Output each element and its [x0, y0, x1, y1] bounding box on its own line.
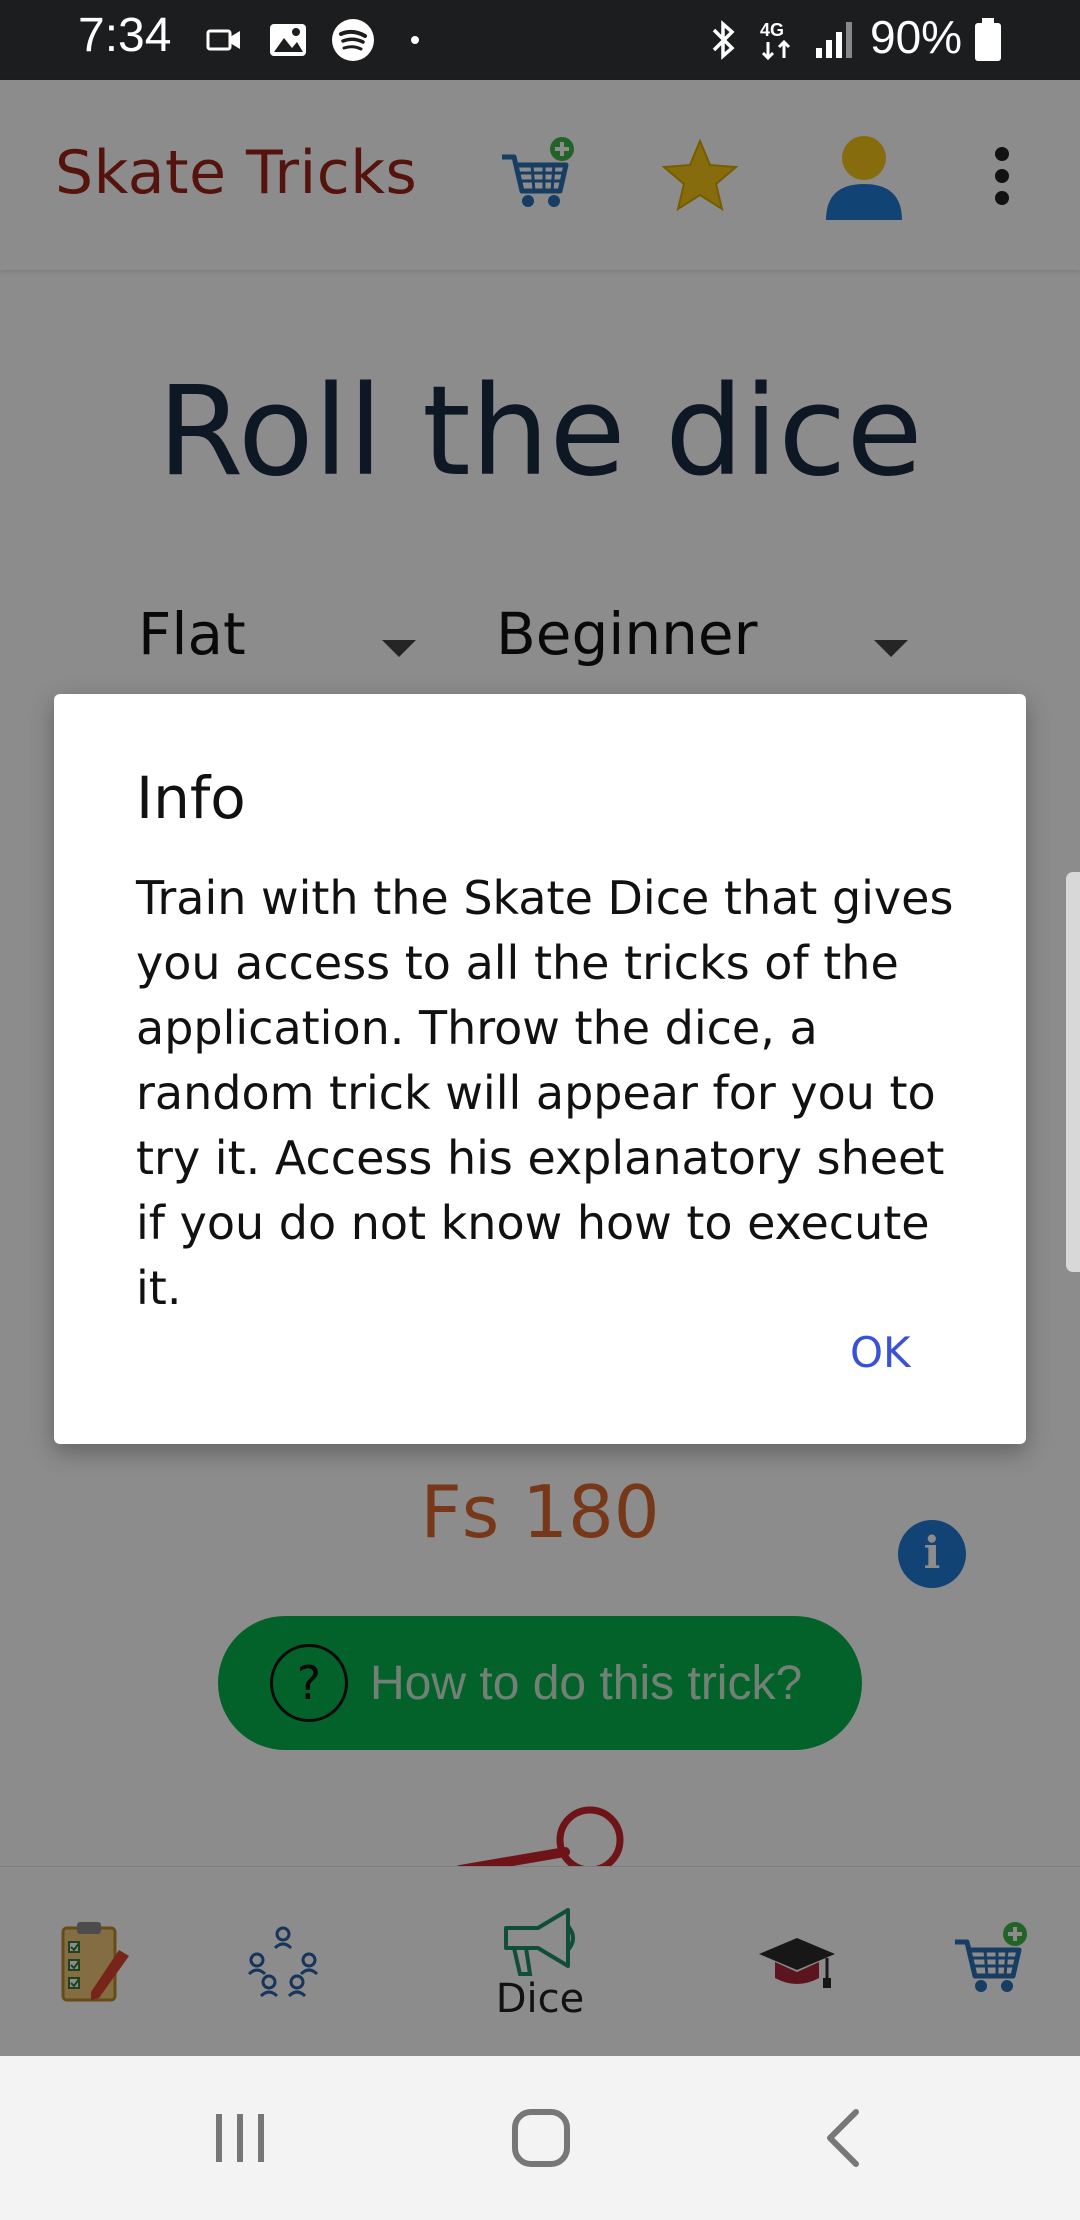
- svg-text:4G: 4G: [760, 20, 784, 40]
- status-time: 7:34: [78, 9, 172, 62]
- status-bar: 7:34 4G 90%: [0, 0, 1080, 80]
- signal-icon: [812, 18, 860, 62]
- gallery-icon: [266, 18, 310, 62]
- bluetooth-icon: [704, 18, 744, 62]
- spotify-icon: [330, 18, 376, 62]
- dialog-message: Train with the Skate Dice that gives you…: [136, 871, 954, 1315]
- battery-percent: 90%: [870, 11, 963, 63]
- ok-button[interactable]: OK: [840, 1322, 921, 1383]
- battery-icon: [972, 18, 1004, 62]
- network-4g-icon: 4G: [756, 18, 800, 62]
- info-dialog: Info Train with the Skate Dice that give…: [54, 694, 1026, 1444]
- system-navigation-bar: [0, 2056, 1080, 2220]
- recent-apps-icon[interactable]: [206, 2106, 274, 2170]
- scroll-handle[interactable]: [1066, 872, 1080, 1272]
- notification-dot-icon: [408, 18, 422, 62]
- back-icon[interactable]: [818, 2106, 868, 2174]
- video-camera-icon: [205, 18, 245, 62]
- dialog-title: Info: [136, 764, 246, 832]
- home-icon[interactable]: [506, 2104, 576, 2172]
